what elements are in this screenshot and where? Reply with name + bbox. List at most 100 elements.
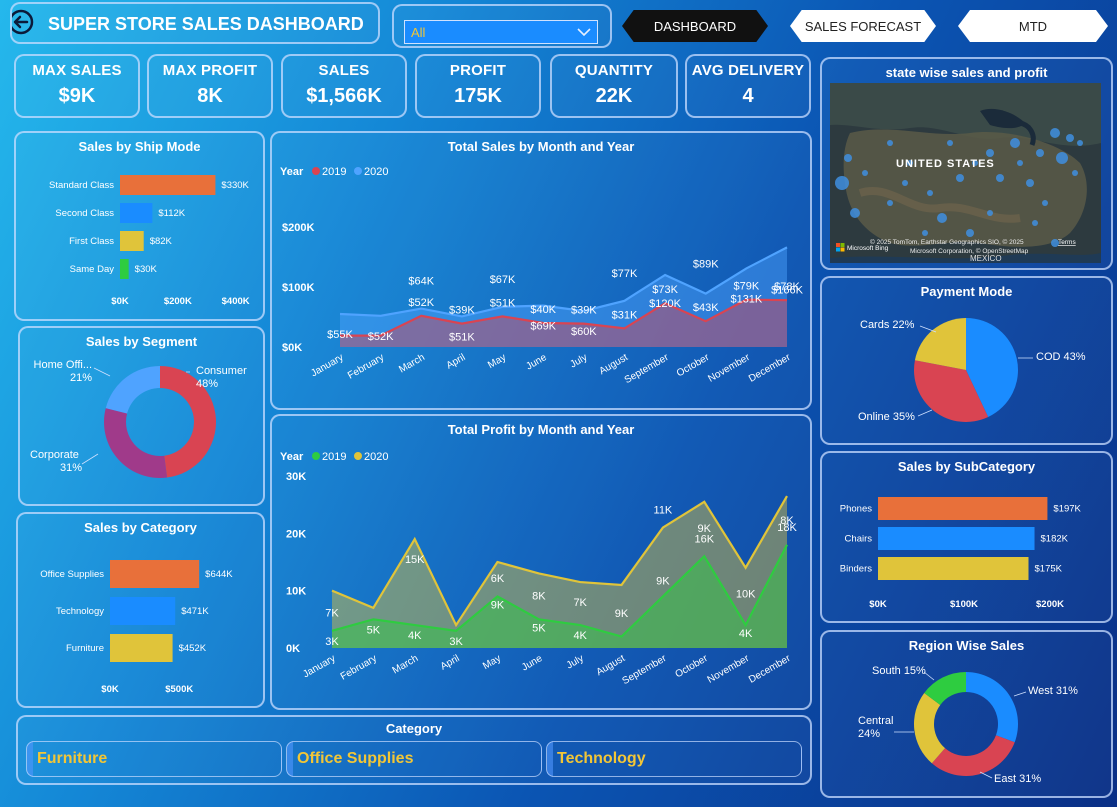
data-label: 3K (325, 636, 339, 648)
bar-value-label: $330K (221, 180, 249, 191)
filter-value: All (411, 25, 426, 40)
slice-name: Cards (860, 319, 892, 331)
pie-slice (966, 672, 1018, 743)
kpi-label: AVG DELIVERY (691, 62, 805, 79)
bar-value-label: $30K (135, 264, 158, 275)
slice-label: Corporate (30, 449, 79, 461)
sales-month-card: Total Sales by Month and Year Year 2019 20… (270, 131, 812, 410)
bar (878, 497, 1048, 520)
x-tick-label: July (568, 352, 589, 370)
data-label: 15K (405, 554, 425, 566)
data-label: $52K (408, 297, 434, 309)
region-chart: West 31%East 31%Central24%South 15% (858, 665, 1078, 785)
bar-value-label: $644K (205, 569, 233, 580)
bar (120, 259, 129, 279)
bar-value-label: $112K (158, 208, 185, 219)
x-tick-label: June (524, 352, 549, 373)
bar-category-label: Technology (56, 606, 104, 617)
kpi-label: SALES (318, 62, 370, 79)
data-label: $89K (693, 259, 719, 271)
x-tick-label: January (301, 653, 337, 680)
legend-label: 2020 (364, 451, 388, 463)
legend-label: 2019 (322, 166, 346, 178)
data-label: 4K (408, 630, 422, 642)
slice-label: Central (858, 715, 893, 727)
nav-dashboard-button[interactable]: DASHBOARD (622, 10, 768, 42)
category-chart: Office Supplies $644K Technology $471K Furni… (40, 560, 233, 695)
x-tick-label: $0K (101, 684, 119, 695)
x-tick-label: March (397, 352, 427, 375)
slice-value: 35% (893, 411, 915, 423)
ship-mode-card: Sales by Ship Mode Standard Class $330K Se… (14, 131, 265, 321)
map-country-label: UNITED STATES (896, 158, 995, 170)
x-tick-label: August (597, 352, 630, 377)
slice-label: Cards 22% (860, 319, 915, 331)
back-arrow-icon[interactable] (10, 7, 36, 37)
data-label: 11K (654, 505, 673, 517)
payment-chart: COD 43% Online 35% Cards 22% (858, 318, 1086, 423)
data-label: 9K (491, 599, 505, 611)
x-tick-label: September (623, 352, 671, 386)
data-label: 7K (325, 608, 339, 620)
data-label: 9K (656, 575, 670, 587)
data-label: $39K (571, 305, 597, 317)
bar-value-label: $471K (181, 606, 209, 617)
segment-title: Sales by Segment (85, 334, 198, 349)
x-tick-label: $500K (165, 684, 193, 695)
data-label: $73K (652, 284, 678, 296)
legend-swatch (312, 167, 320, 175)
category-title: Sales by Category (84, 520, 197, 535)
kpi-value: $9K (58, 85, 96, 107)
ship-mode-chart: Standard Class $330K Second Class $112K Firs… (49, 175, 250, 307)
profit-month-card: Total Profit by Month and Year Year 2019 2… (270, 414, 812, 710)
bar (878, 557, 1029, 580)
x-tick-label: $0K (111, 296, 129, 307)
data-label: $79K (734, 281, 760, 293)
bar-category-label: Second Class (55, 208, 114, 219)
slicer-office-supplies-label: Office Supplies (297, 750, 414, 767)
bar-value-label: $197K (1053, 504, 1081, 515)
slice-value: 15% (904, 665, 926, 677)
kpi-label: MAX SALES (32, 62, 122, 79)
slicer-furniture-button[interactable]: Furniture (26, 741, 282, 777)
slicer-technology-button[interactable]: Technology (546, 741, 802, 777)
slice-label: COD 43% (1036, 351, 1086, 363)
map-title: state wise sales and profit (885, 65, 1048, 80)
category-slicer-title: Category (385, 721, 443, 736)
x-tick-label: May (486, 352, 508, 371)
x-tick-label: November (706, 352, 752, 385)
data-label: $69K (530, 321, 556, 333)
map-mexico-label: MEXICO (970, 254, 1002, 263)
slice-name: Online (858, 411, 893, 423)
slice-label: East 31% (994, 773, 1041, 785)
title-panel: SUPER STORE SALES DASHBOARD (10, 2, 380, 44)
data-label: $31K (612, 309, 638, 321)
legend-swatch (312, 452, 320, 460)
kpi-label: MAX PROFIT (162, 62, 258, 79)
data-label: 4K (739, 628, 753, 640)
us-map[interactable]: UNITED STATES MEXICO Microsoft Bing © 20… (830, 83, 1101, 263)
leader-line (1013, 691, 1027, 697)
slice-value-label: 31% (60, 462, 82, 474)
map-credit-2: Microsoft Corporation, © OpenStreetMap (910, 247, 1029, 255)
data-label: $40K (530, 304, 556, 316)
kpi-value: 175K (454, 85, 502, 107)
slicer-office-supplies-button[interactable]: Office Supplies (286, 741, 542, 777)
x-tick-label: April (445, 352, 468, 372)
nav-sales-forecast-button[interactable]: SALES FORECAST (790, 10, 936, 42)
nav-mtd-button[interactable]: MTD (958, 10, 1108, 42)
map-terms-link[interactable]: Terms (1058, 239, 1076, 246)
slice-value: 22% (892, 319, 914, 331)
nav-dashboard-label: DASHBOARD (653, 18, 737, 34)
bar (120, 203, 153, 223)
year-filter-dropdown[interactable]: All (404, 20, 598, 44)
bar-value-label: $452K (179, 643, 207, 654)
category-card: Sales by Category Office Supplies $644K Te… (16, 512, 265, 708)
pie-slice (931, 735, 1015, 776)
data-label: $51K (449, 331, 475, 343)
x-tick-label: January (309, 352, 345, 379)
data-label: 7K (573, 597, 587, 609)
y-tick-label: 0K (286, 643, 300, 655)
map-bing-label: Microsoft Bing (847, 245, 889, 252)
bar (878, 527, 1035, 550)
